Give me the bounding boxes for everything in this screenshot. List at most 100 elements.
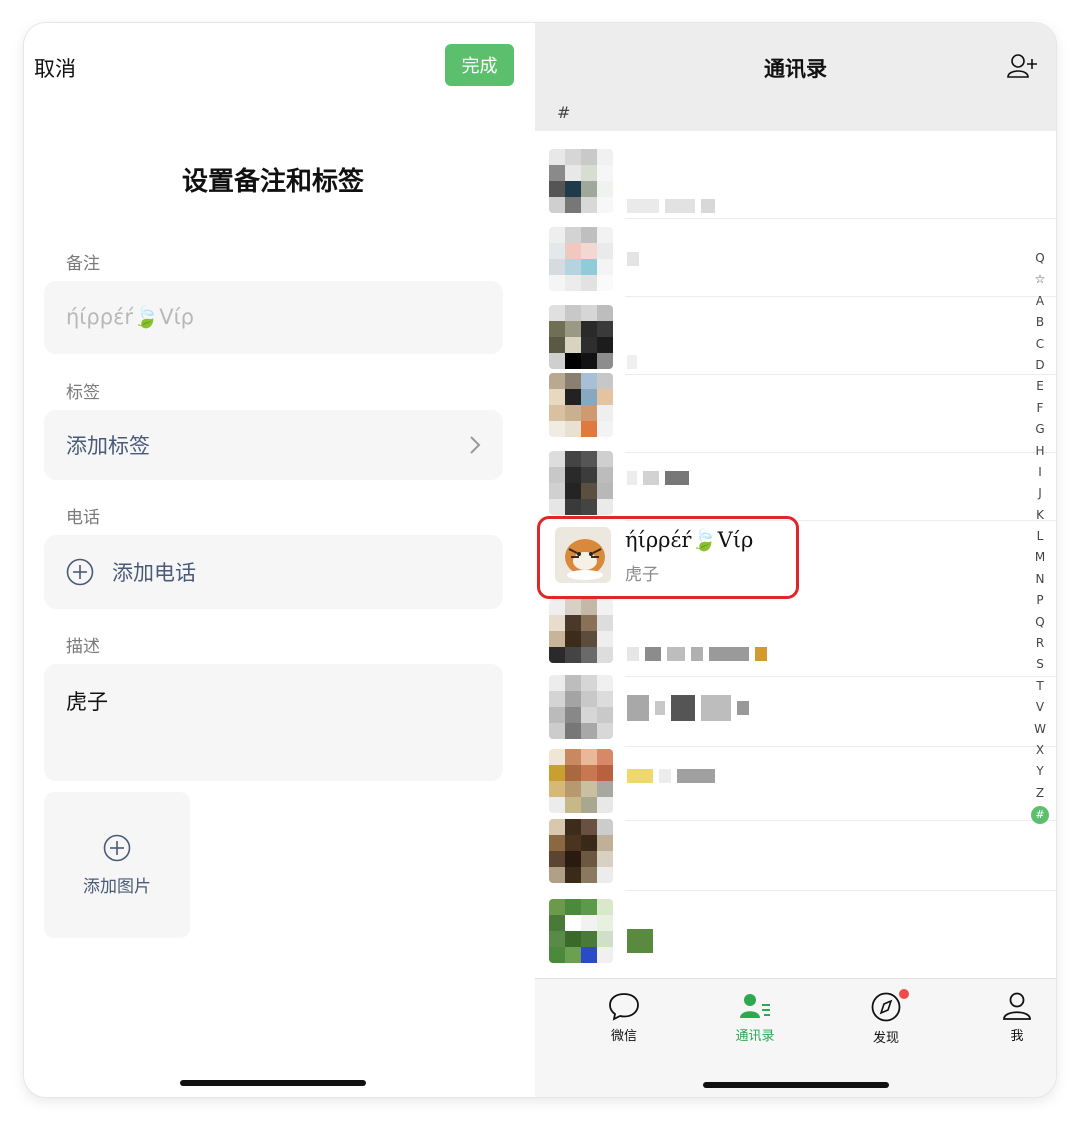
- list-item[interactable]: [535, 743, 1056, 821]
- list-item[interactable]: [535, 443, 1056, 521]
- index-letter[interactable]: ☆: [1035, 269, 1046, 290]
- section-header: #: [535, 95, 1056, 131]
- avatar: [549, 451, 613, 515]
- highlighted-contact[interactable]: ήίρρέŕ🍃Vίρ 虎子: [535, 516, 1056, 600]
- index-letter[interactable]: C: [1036, 334, 1044, 355]
- index-letter[interactable]: J: [1038, 483, 1042, 504]
- add-image-label: 添加图片: [83, 876, 151, 897]
- index-letter[interactable]: Z: [1036, 783, 1044, 804]
- avatar: [549, 749, 613, 813]
- tag-label: 标签: [66, 383, 100, 403]
- list-item[interactable]: [535, 891, 1056, 969]
- avatar: [549, 149, 613, 213]
- list-item[interactable]: [535, 141, 1056, 219]
- contact-remark: 虎子: [625, 565, 659, 585]
- tiger-avatar: [555, 527, 611, 583]
- list-item[interactable]: [535, 373, 1056, 453]
- phone-label: 电话: [66, 508, 100, 528]
- list-item[interactable]: [535, 599, 1056, 677]
- index-letter[interactable]: W: [1034, 719, 1046, 740]
- blurred-name: [627, 471, 689, 485]
- home-indicator: [703, 1082, 889, 1088]
- index-letter[interactable]: N: [1036, 569, 1045, 590]
- cancel-button[interactable]: 取消: [34, 53, 76, 83]
- index-letter-active[interactable]: #: [1031, 806, 1049, 825]
- avatar: [549, 599, 613, 663]
- me-icon: [1003, 992, 1031, 1020]
- index-letter[interactable]: F: [1037, 398, 1044, 419]
- index-letter[interactable]: B: [1036, 312, 1044, 333]
- contacts-title: 通讯录: [764, 57, 827, 81]
- index-letter[interactable]: I: [1038, 462, 1042, 483]
- description-value: 虎子: [66, 690, 108, 714]
- description-label: 描述: [66, 637, 100, 657]
- blurred-name: [627, 929, 653, 953]
- plus-circle-icon: [66, 558, 94, 586]
- blurred-name: [627, 252, 639, 266]
- avatar: [549, 227, 613, 291]
- remark-tag-editor: 取消 完成 设置备注和标签 备注 ήίρρέŕ🍃Vίρ 标签 添加标签 电话 添…: [24, 23, 535, 1097]
- index-letter[interactable]: Q: [1035, 248, 1044, 269]
- list-item[interactable]: [535, 219, 1056, 297]
- done-button[interactable]: 完成: [445, 44, 514, 86]
- contacts-icon: [740, 994, 770, 1018]
- add-tag-button[interactable]: 添加标签: [44, 410, 503, 480]
- index-letter[interactable]: Y: [1036, 761, 1043, 782]
- add-phone-button[interactable]: 添加电话: [44, 535, 503, 609]
- index-letter[interactable]: S: [1036, 654, 1044, 675]
- home-indicator: [180, 1080, 366, 1086]
- index-letter[interactable]: E: [1036, 376, 1044, 397]
- add-image-button[interactable]: 添加图片: [44, 792, 190, 938]
- blurred-name: [627, 647, 767, 661]
- blurred-name: [627, 199, 715, 213]
- blurred-name: [627, 355, 637, 369]
- description-field[interactable]: 虎子: [44, 664, 503, 781]
- index-letter[interactable]: V: [1036, 697, 1044, 718]
- avatar: [549, 675, 613, 739]
- tab-chats[interactable]: 微信: [584, 991, 664, 1044]
- list-item[interactable]: [535, 297, 1056, 375]
- notification-dot: [899, 989, 909, 999]
- alphabet-index[interactable]: Q ☆ A B C D E F G H I J K L M N P Q R S …: [1030, 248, 1050, 825]
- tab-bar: 微信 通讯录 发现 我: [535, 978, 1056, 1097]
- tab-me[interactable]: 我: [977, 991, 1056, 1044]
- chat-icon: [609, 993, 639, 1021]
- avatar: [549, 305, 613, 369]
- tab-contacts[interactable]: 通讯录: [715, 991, 795, 1044]
- plus-circle-icon: [103, 834, 131, 861]
- index-letter[interactable]: A: [1036, 291, 1044, 312]
- contacts-screen: 通讯录 # ήίρρέŕ🍃Vίρ 虎子 Q ☆ A B C D E F G H …: [535, 23, 1056, 1097]
- avatar: [549, 899, 613, 963]
- remark-placeholder: ήίρρέŕ🍃Vίρ: [66, 305, 195, 329]
- index-letter[interactable]: H: [1035, 441, 1044, 462]
- index-letter[interactable]: P: [1036, 590, 1043, 611]
- add-phone-label: 添加电话: [112, 561, 196, 585]
- remark-input[interactable]: ήίρρέŕ🍃Vίρ: [44, 281, 503, 354]
- index-letter[interactable]: L: [1037, 526, 1044, 547]
- avatar: [549, 819, 613, 883]
- index-letter[interactable]: T: [1036, 676, 1043, 697]
- add-friend-icon[interactable]: [1006, 53, 1038, 79]
- add-tag-label: 添加标签: [66, 434, 150, 458]
- tab-label: 发现: [872, 1031, 899, 1046]
- index-letter[interactable]: Q: [1035, 612, 1044, 633]
- tab-label: 通讯录: [735, 1029, 775, 1044]
- index-letter[interactable]: D: [1035, 355, 1044, 376]
- index-letter[interactable]: R: [1036, 633, 1044, 654]
- tab-label: 我: [1010, 1029, 1024, 1044]
- discover-icon: [871, 992, 901, 1022]
- avatar: [549, 373, 613, 437]
- page-title: 设置备注和标签: [181, 167, 364, 197]
- tab-label: 微信: [610, 1029, 637, 1044]
- list-item[interactable]: [535, 669, 1056, 747]
- index-letter[interactable]: G: [1035, 419, 1044, 440]
- chevron-right-icon: [470, 436, 481, 454]
- blurred-name: [627, 769, 715, 783]
- index-letter[interactable]: M: [1035, 547, 1045, 568]
- tab-discover[interactable]: 发现: [846, 989, 926, 1046]
- index-letter[interactable]: X: [1036, 740, 1044, 761]
- list-item[interactable]: [535, 813, 1056, 891]
- blurred-name: [627, 695, 749, 721]
- contact-name: ήίρρέŕ🍃Vίρ: [625, 528, 754, 552]
- index-letter[interactable]: K: [1036, 505, 1044, 526]
